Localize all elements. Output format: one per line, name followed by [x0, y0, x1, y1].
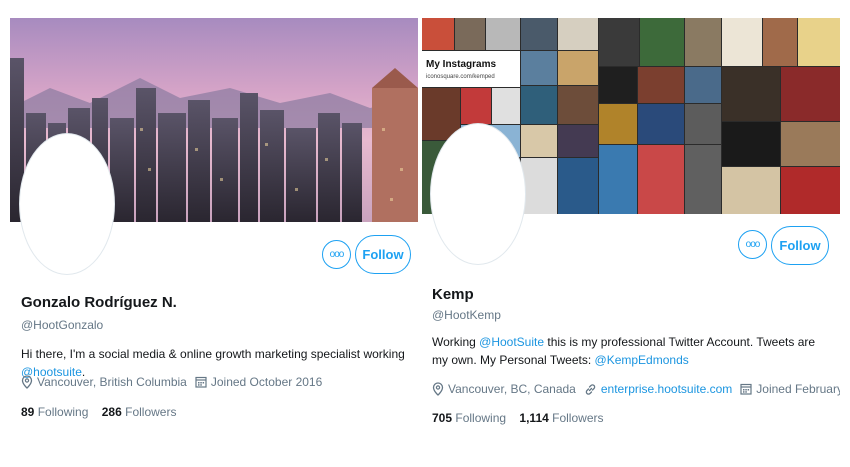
following-count: 705 — [432, 411, 453, 425]
more-options-icon: ooo — [329, 249, 345, 260]
following-stat[interactable]: 89 Following — [21, 405, 88, 419]
more-options-button[interactable]: ooo — [322, 240, 351, 269]
joined-item: Joined October 2016 — [195, 375, 322, 389]
website-link[interactable]: enterprise.hootsuite.com — [601, 382, 732, 396]
location-pin-icon — [432, 382, 444, 396]
avatar[interactable] — [19, 133, 115, 275]
profile-handle[interactable]: @HootKemp — [432, 308, 501, 322]
following-label: Following — [37, 405, 89, 419]
followers-label: Followers — [552, 411, 604, 425]
location-item: Vancouver, British Columbia — [21, 375, 187, 389]
profile-bio: Working @HootSuite this is my profession… — [432, 333, 832, 369]
profile-name: Gonzalo Rodríguez N. — [21, 294, 177, 311]
bio-text: Working — [432, 335, 480, 349]
following-label: Following — [455, 411, 507, 425]
banner-title: My Instagrams — [426, 59, 496, 70]
profile-handle[interactable]: @HootGonzalo — [21, 318, 103, 332]
profile-stats: 705 Following 1,114 Followers — [432, 411, 614, 425]
calendar-icon — [195, 376, 207, 388]
calendar-icon — [740, 383, 752, 395]
followers-stat[interactable]: 1,114 Followers — [519, 411, 603, 425]
location-item: Vancouver, BC, Canada — [432, 382, 576, 396]
follow-button[interactable]: Follow — [771, 226, 829, 265]
location-pin-icon — [21, 375, 33, 389]
followers-stat[interactable]: 286 Followers — [102, 405, 177, 419]
following-count: 89 — [21, 405, 35, 419]
bio-mention-link-2[interactable]: @KempEdmonds — [595, 353, 689, 367]
follow-button[interactable]: Follow — [355, 235, 411, 274]
joined-text: Joined February 2009 — [756, 382, 840, 396]
joined-text: Joined October 2016 — [210, 375, 323, 389]
website-item[interactable]: enterprise.hootsuite.com — [584, 382, 732, 396]
profile-meta: Vancouver, British Columbia Joined Octob… — [21, 375, 330, 389]
profile-stats: 89 Following 286 Followers — [21, 405, 186, 419]
more-options-icon: ooo — [745, 239, 761, 250]
profile-card-gonzalo: ooo Follow Gonzalo Rodríguez N. @HootGon… — [10, 18, 418, 430]
followers-label: Followers — [125, 405, 177, 419]
bio-mention-link[interactable]: @HootSuite — [479, 335, 544, 349]
joined-item: Joined February 2009 — [740, 382, 840, 396]
profile-meta: Vancouver, BC, Canada enterprise.hootsui… — [432, 382, 840, 396]
following-stat[interactable]: 705 Following — [432, 411, 506, 425]
profile-card-kemp: My Instagrams iconosquare.com/kemped ooo… — [422, 18, 840, 430]
bio-text: Hi there, I'm a social media & online gr… — [21, 347, 405, 361]
banner-subtitle: iconosquare.com/kemped — [426, 74, 495, 80]
avatar[interactable] — [430, 123, 526, 265]
followers-count: 1,114 — [519, 411, 549, 425]
followers-count: 286 — [101, 405, 122, 419]
profile-name: Kemp — [432, 286, 474, 303]
more-options-button[interactable]: ooo — [738, 230, 767, 259]
location-text: Vancouver, British Columbia — [37, 375, 187, 389]
link-icon — [585, 383, 596, 395]
location-text: Vancouver, BC, Canada — [448, 382, 576, 396]
